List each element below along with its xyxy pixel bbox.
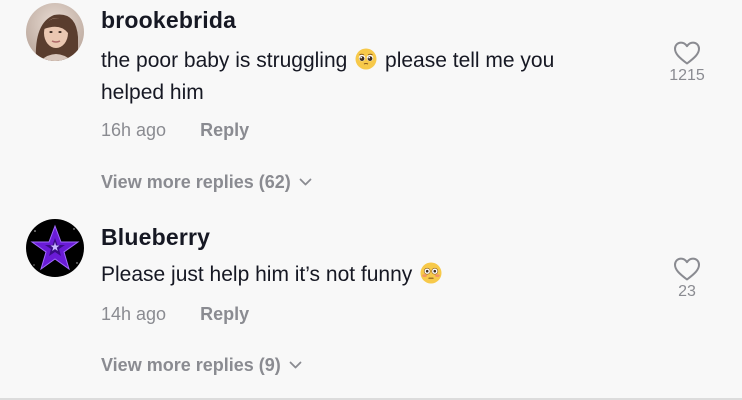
reply-button[interactable]: Reply — [200, 304, 249, 325]
flushed-face-icon — [420, 262, 442, 284]
comment-text: the poor baby is struggling please tell … — [101, 45, 621, 109]
comment-item: Blueberry Please just help him it’s not … — [0, 200, 742, 400]
comment-text-part: the poor baby is struggling — [101, 49, 348, 72]
like-count: 23 — [678, 283, 696, 300]
view-more-replies-button[interactable]: View more replies (62) — [101, 172, 312, 193]
comment-item: brookebrida the poor baby is struggling … — [0, 0, 742, 200]
comment-text: Please just help him it’s not funny — [101, 259, 621, 291]
like-count: 1215 — [669, 67, 705, 84]
avatar[interactable] — [26, 3, 84, 61]
view-more-replies-label: View more replies (9) — [101, 355, 281, 375]
comment-meta: 14h ago Reply — [101, 304, 249, 325]
comment-list: brookebrida the poor baby is struggling … — [0, 0, 742, 400]
reply-button[interactable]: Reply — [200, 120, 249, 141]
heart-icon[interactable] — [673, 40, 701, 66]
chevron-down-icon — [299, 178, 312, 186]
view-more-replies-label: View more replies (62) — [101, 172, 291, 192]
like-button[interactable]: 23 — [662, 256, 712, 301]
comment-username[interactable]: brookebrida — [101, 7, 236, 34]
comment-timestamp: 16h ago — [101, 120, 167, 140]
avatar[interactable] — [26, 219, 84, 277]
like-button[interactable]: 1215 — [662, 40, 712, 85]
comment-username[interactable]: Blueberry — [101, 224, 210, 251]
chevron-down-icon — [289, 361, 302, 369]
comment-meta: 16h ago Reply — [101, 120, 249, 141]
comment-timestamp: 14h ago — [101, 304, 167, 324]
heart-icon[interactable] — [673, 256, 701, 282]
pleading-face-icon — [355, 48, 377, 70]
view-more-replies-button[interactable]: View more replies (9) — [101, 355, 302, 376]
comment-text-part: Please just help him it’s not funny — [101, 263, 413, 286]
